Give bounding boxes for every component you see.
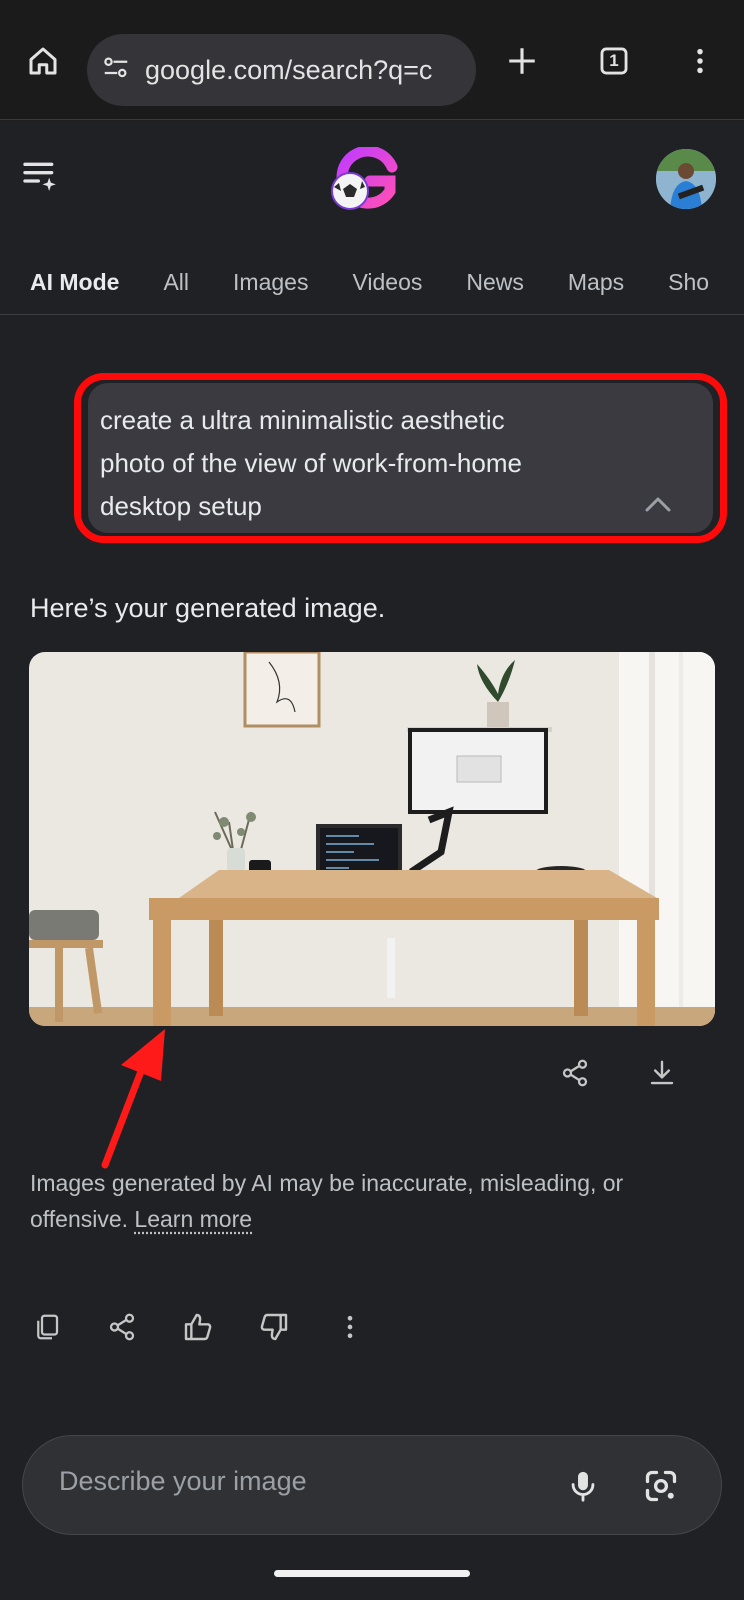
avatar[interactable] — [656, 149, 716, 209]
more-options-icon[interactable] — [678, 39, 722, 83]
search-tabs: AI Mode All Images Videos News Maps Sho — [0, 251, 744, 315]
tab-maps[interactable]: Maps — [568, 251, 624, 314]
address-bar[interactable]: google.com/search?q=c — [87, 34, 476, 106]
new-tab-icon[interactable] — [500, 39, 544, 83]
annotation-arrow — [95, 1021, 175, 1176]
chevron-up-icon[interactable] — [643, 494, 673, 519]
tab-count: 1 — [609, 51, 619, 70]
site-settings-icon[interactable] — [101, 53, 131, 88]
share-image-icon[interactable] — [553, 1051, 597, 1095]
google-header — [0, 121, 744, 241]
download-icon[interactable] — [640, 1051, 684, 1095]
url-text[interactable]: google.com/search?q=c — [145, 55, 465, 86]
tab-shopping[interactable]: Sho — [668, 251, 709, 314]
ai-reply-text: Here’s your generated image. — [30, 593, 386, 623]
home-icon[interactable] — [21, 39, 65, 83]
thumbs-down-icon[interactable] — [252, 1305, 296, 1349]
microphone-icon[interactable] — [561, 1464, 605, 1508]
tab-ai-mode[interactable]: AI Mode — [30, 251, 119, 314]
google-lens-icon[interactable] — [639, 1464, 683, 1508]
thumbs-up-icon[interactable] — [176, 1305, 220, 1349]
user-prompt-bubble[interactable]: create a ultra minimalistic aesthetic ph… — [88, 383, 713, 533]
tab-switcher-button[interactable]: 1 — [592, 39, 636, 83]
input-placeholder[interactable]: Describe your image — [59, 1466, 307, 1497]
share-icon[interactable] — [100, 1305, 144, 1349]
google-doodle-soccer-icon[interactable] — [326, 145, 402, 218]
more-vert-icon[interactable] — [328, 1305, 372, 1349]
generated-image[interactable] — [29, 652, 715, 1026]
response-actions — [0, 1305, 744, 1355]
browser-toolbar: google.com/search?q=c 1 — [0, 0, 744, 120]
tab-images[interactable]: Images — [233, 251, 308, 314]
learn-more-link[interactable]: Learn more — [134, 1206, 252, 1232]
copy-icon[interactable] — [25, 1305, 69, 1349]
history-sparkle-icon[interactable] — [20, 156, 60, 201]
tab-all[interactable]: All — [163, 251, 189, 314]
search-page: AI Mode All Images Videos News Maps Sho … — [0, 121, 744, 1600]
tab-videos[interactable]: Videos — [352, 251, 422, 314]
tab-news[interactable]: News — [466, 251, 524, 314]
prompt-text: create a ultra minimalistic aesthetic ph… — [100, 405, 522, 521]
image-prompt-input[interactable]: Describe your image — [22, 1435, 722, 1535]
ai-disclaimer: Images generated by AI may be inaccurate… — [30, 1170, 624, 1232]
gesture-nav-bar[interactable] — [274, 1570, 470, 1577]
